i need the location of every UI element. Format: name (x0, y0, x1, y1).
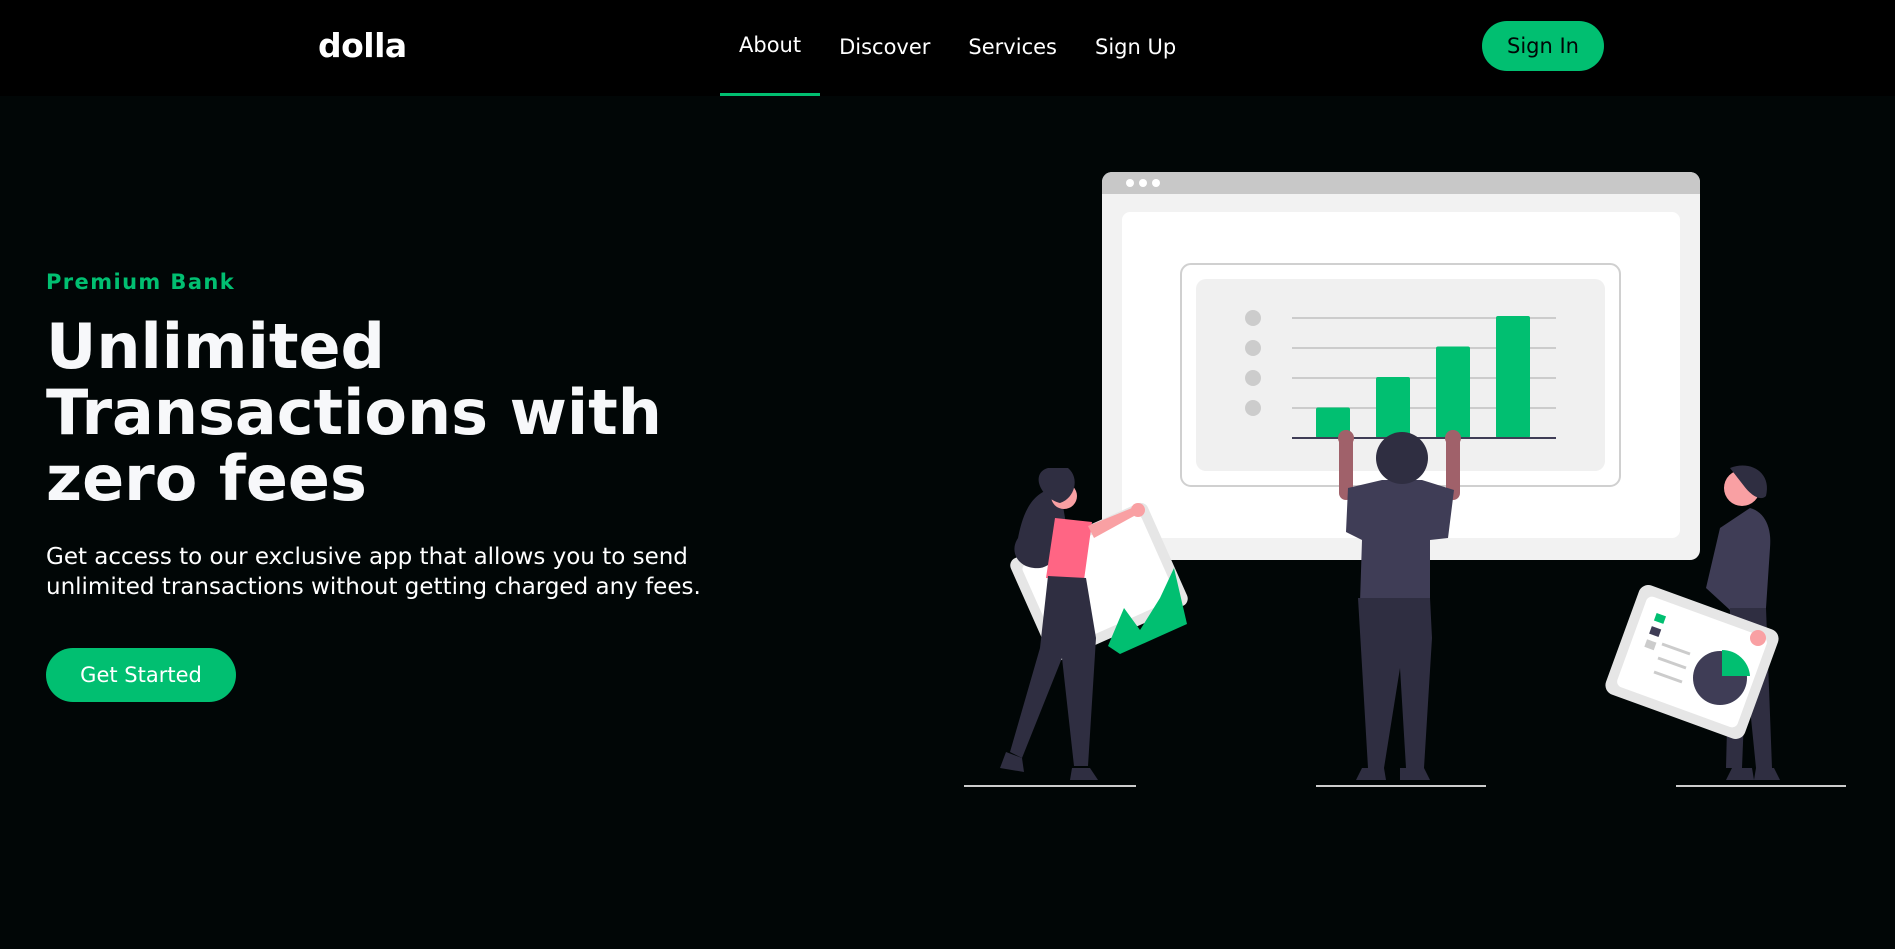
legend-dot (1245, 340, 1261, 356)
legend-dot (1245, 400, 1261, 416)
woman-pants (1010, 576, 1096, 766)
nav-menu: About Discover Services Sign Up (720, 0, 1195, 96)
person-hand (1750, 630, 1766, 646)
nav-item-services[interactable]: Services (949, 0, 1076, 96)
hero-text: Premium Bank Unlimited Transactions with… (46, 270, 726, 602)
navbar: dolla About Discover Services Sign Up Si… (0, 0, 1895, 96)
nav-item-discover[interactable]: Discover (820, 0, 949, 96)
man-shoe (1400, 768, 1430, 780)
legend-dot (1245, 370, 1261, 386)
browser-dot (1152, 179, 1160, 187)
man-shoe (1356, 768, 1386, 780)
hero-topline: Premium Bank (46, 270, 236, 294)
woman-shoe (1070, 768, 1098, 780)
get-started-button[interactable]: Get Started (46, 648, 236, 702)
man-hand (1338, 430, 1354, 446)
nav-item-signup[interactable]: Sign Up (1076, 0, 1195, 96)
people-presenting-charts-illustration (964, 172, 1846, 787)
logo[interactable]: dolla (318, 26, 407, 65)
browser-dot (1139, 179, 1147, 187)
person-shoe (1726, 768, 1754, 780)
chart-bar (1436, 346, 1470, 438)
woman-hand (1131, 503, 1145, 517)
person-shoe (1754, 768, 1780, 780)
man-hand (1445, 430, 1461, 446)
sign-in-button[interactable]: Sign In (1482, 21, 1604, 71)
nav-item-about[interactable]: About (720, 0, 821, 96)
browser-titlebar (1102, 172, 1700, 194)
hero-heading: Unlimited Transactions with zero fees (46, 310, 662, 515)
man-pants (1358, 598, 1432, 768)
chart-bar (1376, 377, 1410, 438)
chart-bar (1496, 316, 1530, 438)
person-shirt (1706, 508, 1771, 610)
browser-dot (1126, 179, 1134, 187)
legend-dot (1245, 310, 1261, 326)
man-hair (1376, 432, 1428, 484)
hero-subtitle: Get access to our exclusive app that all… (46, 544, 701, 600)
